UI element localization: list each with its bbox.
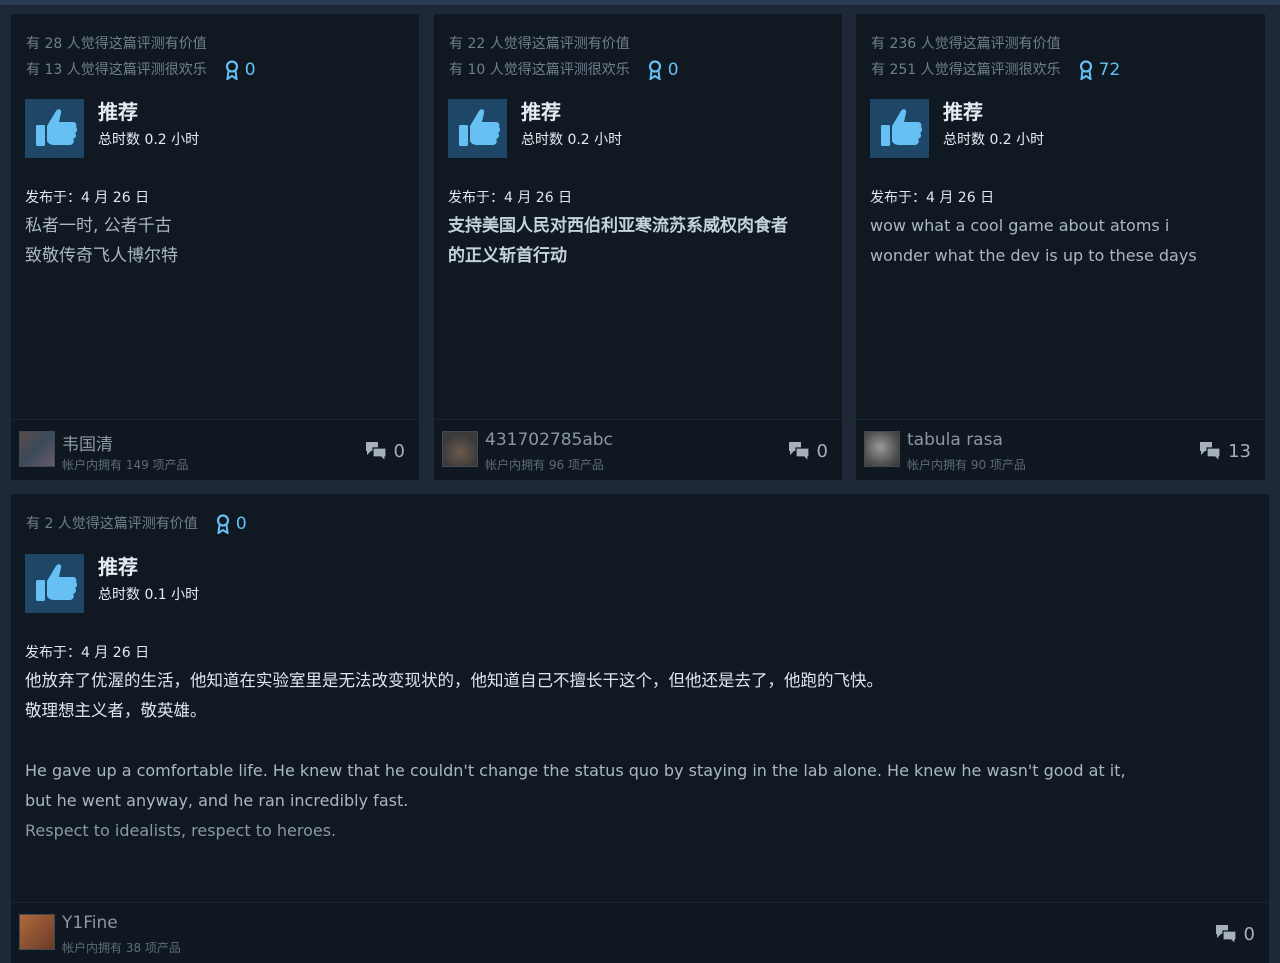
comment-bubbles-icon	[365, 442, 387, 462]
review-line: 敬理想主义者，敬英雄。	[25, 701, 207, 720]
products-owned: 帐户内拥有 90 项产品	[907, 458, 1026, 472]
avatar[interactable]	[19, 431, 55, 467]
helpful-count: 有 236 人觉得这篇评测有价值	[871, 36, 1061, 52]
thumbs-up-icon	[25, 554, 84, 613]
recommendation-label: 推荐	[521, 100, 561, 124]
review-card: 有 22 人觉得这篇评测有价值 有 10 人觉得这篇评测很欢乐 0 推荐 总时数…	[434, 14, 842, 480]
posted-date: 发布于：4 月 26 日	[25, 190, 150, 206]
award-button[interactable]: 0	[225, 57, 256, 83]
review-footer: 431702785abc 帐户内拥有 96 项产品 0	[434, 419, 842, 480]
avatar[interactable]	[19, 914, 55, 950]
recommendation-block[interactable]: 推荐 总时数 0.2 小时	[870, 99, 1044, 158]
helpful-summary: 有 22 人觉得这篇评测有价值 有 10 人觉得这篇评测很欢乐 0	[449, 31, 679, 83]
review-line: 的正义斩首行动	[448, 246, 567, 266]
recommendation-block[interactable]: 推荐 总时数 0.2 小时	[25, 99, 199, 158]
products-owned: 帐户内拥有 96 项产品	[485, 458, 604, 472]
comments-button[interactable]: 0	[364, 440, 405, 462]
recommendation-label: 推荐	[98, 555, 138, 579]
helpful-count: 有 28 人觉得这篇评测有价值	[26, 36, 207, 52]
avatar[interactable]	[442, 431, 478, 467]
review-line: 致敬传奇飞人博尔特	[25, 246, 178, 266]
username[interactable]: tabula rasa	[907, 430, 1003, 450]
award-ribbon-icon	[216, 514, 229, 534]
playtime: 总时数 0.1 小时	[98, 587, 200, 603]
review-line: Respect to idealists, respect to heroes.	[25, 821, 337, 840]
comments-button[interactable]: 0	[787, 440, 828, 462]
helpful-summary: 有 2 人觉得这篇评测有价值 0	[26, 511, 247, 537]
top-strip	[0, 0, 1280, 5]
funny-count: 有 13 人觉得这篇评测很欢乐	[26, 62, 207, 78]
review-line: 私者一时, 公者千古	[25, 216, 172, 236]
review-footer: tabula rasa 帐户内拥有 90 项产品 13	[856, 419, 1265, 480]
helpful-summary: 有 28 人觉得这篇评测有价值 有 13 人觉得这篇评测很欢乐 0	[26, 31, 256, 83]
award-button[interactable]: 0	[216, 511, 247, 537]
playtime: 总时数 0.2 小时	[521, 132, 623, 148]
award-button[interactable]: 72	[1079, 57, 1121, 83]
review-line: wow what a cool game about atoms i	[870, 216, 1170, 235]
playtime: 总时数 0.2 小时	[943, 132, 1045, 148]
review-line: He gave up a comfortable life. He knew t…	[25, 761, 1126, 780]
comment-bubbles-icon	[788, 442, 810, 462]
posted-date: 发布于：4 月 26 日	[870, 190, 995, 206]
recommendation-label: 推荐	[98, 100, 138, 124]
review-line: 支持美国人民对西伯利亚寒流苏系威权肉食者	[448, 216, 788, 236]
review-line: 他放弃了优渥的生活，他知道在实验室里是无法改变现状的，他知道自己不擅长干这个，但…	[25, 671, 883, 690]
comment-count: 0	[1243, 923, 1255, 945]
award-count: 0	[244, 60, 256, 80]
award-count: 0	[235, 514, 247, 534]
helpful-summary: 有 236 人觉得这篇评测有价值 有 251 人觉得这篇评测很欢乐 72	[871, 31, 1120, 83]
thumbs-up-icon	[870, 99, 929, 158]
recommendation-label: 推荐	[943, 100, 983, 124]
products-owned: 帐户内拥有 149 项产品	[62, 458, 189, 472]
comment-count: 13	[1228, 440, 1251, 462]
review-card: 有 28 人觉得这篇评测有价值 有 13 人觉得这篇评测很欢乐 0 推荐 总时数…	[11, 14, 419, 480]
review-footer: Y1Fine 帐户内拥有 38 项产品 0	[11, 902, 1269, 963]
award-ribbon-icon	[1079, 60, 1092, 80]
helpful-count: 有 22 人觉得这篇评测有价值	[449, 36, 630, 52]
review-line: but he went anyway, and he ran incredibl…	[25, 791, 409, 810]
review-content[interactable]: 私者一时, 公者千古 致敬传奇飞人博尔特	[25, 211, 178, 271]
comment-bubbles-icon	[1215, 925, 1237, 945]
comment-bubbles-icon	[1200, 442, 1221, 462]
award-ribbon-icon	[648, 60, 661, 80]
award-ribbon-icon	[225, 60, 238, 80]
username[interactable]: 431702785abc	[485, 430, 613, 450]
recommendation-block[interactable]: 推荐 总时数 0.2 小时	[448, 99, 622, 158]
review-content[interactable]: 支持美国人民对西伯利亚寒流苏系威权肉食者 的正义斩首行动	[448, 211, 788, 271]
review-line: wonder what the dev is up to these days	[870, 246, 1197, 265]
review-content[interactable]: wow what a cool game about atoms i wonde…	[870, 211, 1197, 271]
products-owned: 帐户内拥有 38 项产品	[62, 941, 181, 955]
funny-count: 有 10 人觉得这篇评测很欢乐	[449, 62, 630, 78]
review-footer: 韦国清 帐户内拥有 149 项产品 0	[11, 419, 419, 480]
comment-count: 0	[393, 440, 405, 462]
comments-button[interactable]: 13	[1198, 440, 1251, 462]
username[interactable]: 韦国清	[62, 430, 113, 455]
review-card: 有 2 人觉得这篇评测有价值 0 推荐 总时数 0.1 小时 发布于：4 月 2…	[11, 494, 1269, 963]
posted-date: 发布于：4 月 26 日	[448, 190, 573, 206]
award-button[interactable]: 0	[648, 57, 679, 83]
recommendation-block[interactable]: 推荐 总时数 0.1 小时	[25, 554, 199, 613]
avatar[interactable]	[864, 431, 900, 467]
thumbs-up-icon	[25, 99, 84, 158]
posted-date: 发布于：4 月 26 日	[25, 645, 150, 661]
playtime: 总时数 0.2 小时	[98, 132, 200, 148]
thumbs-up-icon	[448, 99, 507, 158]
comments-button[interactable]: 0	[1214, 923, 1255, 945]
funny-count: 有 251 人觉得这篇评测很欢乐	[871, 62, 1061, 78]
award-count: 72	[1098, 60, 1121, 80]
review-content[interactable]: 他放弃了优渥的生活，他知道在实验室里是无法改变现状的，他知道自己不擅长干这个，但…	[25, 666, 1126, 846]
comment-count: 0	[816, 440, 828, 462]
review-card: 有 236 人觉得这篇评测有价值 有 251 人觉得这篇评测很欢乐 72 推荐 …	[856, 14, 1265, 480]
username[interactable]: Y1Fine	[62, 913, 118, 933]
award-count: 0	[667, 60, 679, 80]
helpful-count: 有 2 人觉得这篇评测有价值	[26, 516, 198, 532]
